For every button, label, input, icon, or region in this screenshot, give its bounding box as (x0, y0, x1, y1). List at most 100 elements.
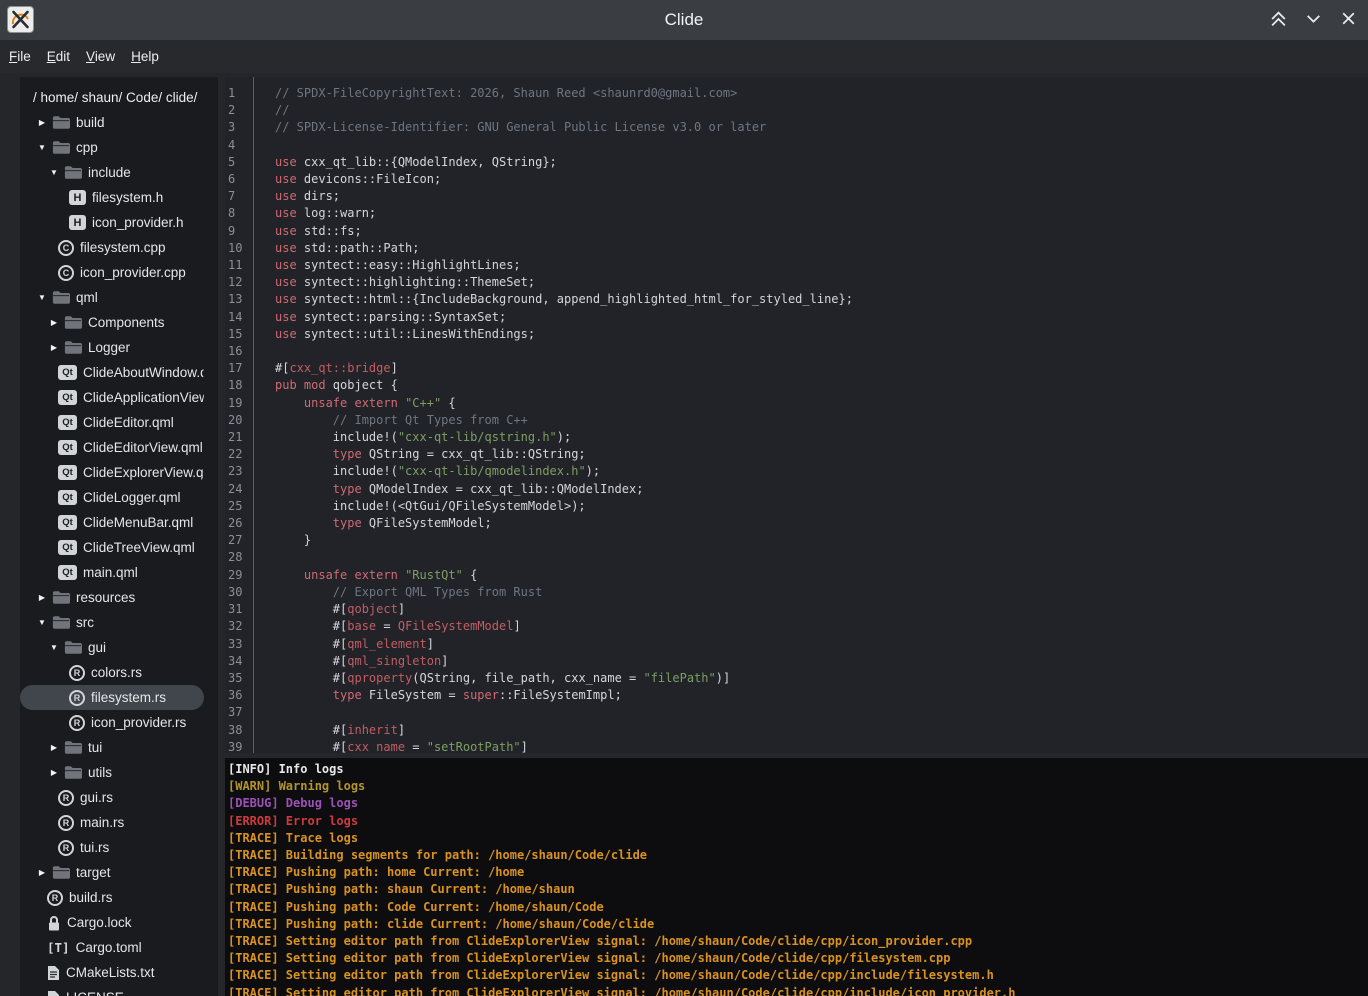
chevron-down-icon[interactable]: ▼ (36, 293, 48, 302)
tree-item-clideaboutwindow-qml[interactable]: QtClideAboutWindow.qml (20, 360, 204, 385)
tree-item-tui-rs[interactable]: Rtui.rs (20, 835, 204, 860)
tree-item-include[interactable]: ▼include (20, 160, 204, 185)
tree-item-components[interactable]: ▶Components (20, 310, 204, 335)
tree-item-main-qml[interactable]: Qtmain.qml (20, 560, 204, 585)
tree-item-icon-provider-cpp[interactable]: Cicon_provider.cpp (20, 260, 204, 285)
code-line[interactable]: 28 (225, 549, 1368, 566)
chevron-down-icon[interactable]: ▼ (36, 618, 48, 627)
tree-item-build-rs[interactable]: Rbuild.rs (20, 885, 204, 910)
shade-button[interactable] (1268, 10, 1288, 30)
menu-help[interactable]: Help (123, 45, 167, 68)
code-line[interactable]: 18pub mod qobject { (225, 377, 1368, 394)
tree-item-utils[interactable]: ▶utils (20, 760, 204, 785)
code-line[interactable]: 27 } (225, 532, 1368, 549)
log-panel[interactable]: [INFO] Info logs[WARN] Warning logs[DEBU… (225, 758, 1368, 996)
tree-item-label: ClideTreeView.qml (83, 540, 195, 555)
chevron-down-icon[interactable]: ▼ (48, 643, 60, 652)
tree-item-icon-provider-h[interactable]: Hicon_provider.h (20, 210, 204, 235)
chevron-right-icon[interactable]: ▶ (36, 868, 48, 877)
tree-item-clidemenubar-qml[interactable]: QtClideMenuBar.qml (20, 510, 204, 535)
tree-item-clideeditorview-qml[interactable]: QtClideEditorView.qml (20, 435, 204, 460)
code-editor[interactable]: 1// SPDX-FileCopyrightText: 2026, Shaun … (225, 77, 1368, 753)
tree-item-filesystem-h[interactable]: Hfilesystem.h (20, 185, 204, 210)
code-line[interactable]: 39 #[cxx_name = "setRootPath"] (225, 739, 1368, 753)
code-line[interactable]: 9use std::fs; (225, 223, 1368, 240)
code-line[interactable]: 36 type FileSystem = super::FileSystemIm… (225, 687, 1368, 704)
code-line[interactable]: 11use syntect::easy::HighlightLines; (225, 257, 1368, 274)
code-line[interactable]: 37 (225, 704, 1368, 721)
code-line[interactable]: 2// (225, 102, 1368, 119)
code-line[interactable]: 29 unsafe extern "RustQt" { (225, 567, 1368, 584)
code-line[interactable]: 31 #[qobject] (225, 601, 1368, 618)
code-line[interactable]: 22 type QString = cxx_qt_lib::QString; (225, 446, 1368, 463)
chevron-right-icon[interactable]: ▶ (48, 743, 60, 752)
tree-item-license[interactable]: LICENSE (20, 985, 204, 996)
tree-item-clideeditor-qml[interactable]: QtClideEditor.qml (20, 410, 204, 435)
minimize-button[interactable] (1303, 10, 1323, 30)
code-line[interactable]: 13use syntect::html::{IncludeBackground,… (225, 291, 1368, 308)
tree-item-clideapplicationview-qml[interactable]: QtClideApplicationView.qml (20, 385, 204, 410)
code-line[interactable]: 1// SPDX-FileCopyrightText: 2026, Shaun … (225, 85, 1368, 102)
code-line[interactable]: 34 #[qml_singleton] (225, 653, 1368, 670)
menu-file[interactable]: File (1, 45, 39, 68)
tree-item-src[interactable]: ▼ src (20, 610, 204, 635)
tree-item-filesystem-cpp[interactable]: Cfilesystem.cpp (20, 235, 204, 260)
close-button[interactable] (1338, 10, 1358, 30)
tree-item-gui-rs[interactable]: Rgui.rs (20, 785, 204, 810)
tree-item-gui[interactable]: ▼gui (20, 635, 204, 660)
tree-item-clideexplorerview-qml[interactable]: QtClideExplorerView.qml (20, 460, 204, 485)
code-line[interactable]: 20 // Import Qt Types from C++ (225, 412, 1368, 429)
chevron-down-icon[interactable]: ▼ (36, 143, 48, 152)
menu-view[interactable]: View (78, 45, 123, 68)
tree-item-cpp[interactable]: ▼cpp (20, 135, 204, 160)
tree-item-colors-rs[interactable]: Rcolors.rs (20, 660, 204, 685)
code-line[interactable]: 19 unsafe extern "C++" { (225, 395, 1368, 412)
tree-item-tui[interactable]: ▶tui (20, 735, 204, 760)
code-line[interactable]: 12use syntect::highlighting::ThemeSet; (225, 274, 1368, 291)
file-explorer[interactable]: / home/ shaun/ Code/ clide/ ▶build▼cpp▼i… (20, 77, 218, 996)
tree-item-label: src (76, 615, 94, 630)
code-line[interactable]: 35 #[qproperty(QString, file_path, cxx_n… (225, 670, 1368, 687)
tree-item-qml[interactable]: ▼qml (20, 285, 204, 310)
code-line[interactable]: 17#[cxx_qt::bridge] (225, 360, 1368, 377)
code-line[interactable]: 38 #[inherit] (225, 722, 1368, 739)
tree-item-resources[interactable]: ▶resources (20, 585, 204, 610)
code-line[interactable]: 23 include!("cxx-qt-lib/qmodelindex.h"); (225, 463, 1368, 480)
line-number: 18 (225, 377, 256, 394)
tree-item-filesystem-rs[interactable]: Rfilesystem.rs (20, 685, 204, 710)
tree-item-cmakelists-txt[interactable]: CMakeLists.txt (20, 960, 204, 985)
tree-item-icon-provider-rs[interactable]: Ricon_provider.rs (20, 710, 204, 735)
tree-item-cargo-toml[interactable]: [T]Cargo.toml (20, 935, 204, 960)
tree-item-clidelogger-qml[interactable]: QtClideLogger.qml (20, 485, 204, 510)
code-line[interactable]: 8use log::warn; (225, 205, 1368, 222)
code-line[interactable]: 21 include!("cxx-qt-lib/qstring.h"); (225, 429, 1368, 446)
code-line[interactable]: 10use std::path::Path; (225, 240, 1368, 257)
chevron-right-icon[interactable]: ▶ (48, 343, 60, 352)
tree-item-build[interactable]: ▶build (20, 110, 204, 135)
code-line[interactable]: 24 type QModelIndex = cxx_qt_lib::QModel… (225, 481, 1368, 498)
chevron-right-icon[interactable]: ▶ (36, 118, 48, 127)
chevron-right-icon[interactable]: ▶ (48, 768, 60, 777)
code-line[interactable]: 14use syntect::parsing::SyntaxSet; (225, 309, 1368, 326)
chevron-down-icon[interactable]: ▼ (48, 168, 60, 177)
code-line[interactable]: 4 (225, 137, 1368, 154)
code-line[interactable]: 3// SPDX-License-Identifier: GNU General… (225, 119, 1368, 136)
chevron-right-icon[interactable]: ▶ (48, 318, 60, 327)
code-line[interactable]: 33 #[qml_element] (225, 636, 1368, 653)
code-line[interactable]: 6use devicons::FileIcon; (225, 171, 1368, 188)
code-line[interactable]: 16 (225, 343, 1368, 360)
code-line[interactable]: 32 #[base = QFileSystemModel] (225, 618, 1368, 635)
chevron-right-icon[interactable]: ▶ (36, 593, 48, 602)
tree-item-main-rs[interactable]: Rmain.rs (20, 810, 204, 835)
code-line[interactable]: 25 include!(<QtGui/QFileSystemModel>); (225, 498, 1368, 515)
tree-item-cargo-lock[interactable]: Cargo.lock (20, 910, 204, 935)
code-line[interactable]: 5use cxx_qt_lib::{QModelIndex, QString}; (225, 154, 1368, 171)
code-line[interactable]: 7use dirs; (225, 188, 1368, 205)
tree-item-target[interactable]: ▶target (20, 860, 204, 885)
code-line[interactable]: 30 // Export QML Types from Rust (225, 584, 1368, 601)
tree-item-clidetreeview-qml[interactable]: QtClideTreeView.qml (20, 535, 204, 560)
code-line[interactable]: 26 type QFileSystemModel; (225, 515, 1368, 532)
menu-edit[interactable]: Edit (39, 45, 78, 68)
code-line[interactable]: 15use syntect::util::LinesWithEndings; (225, 326, 1368, 343)
tree-item-logger[interactable]: ▶Logger (20, 335, 204, 360)
